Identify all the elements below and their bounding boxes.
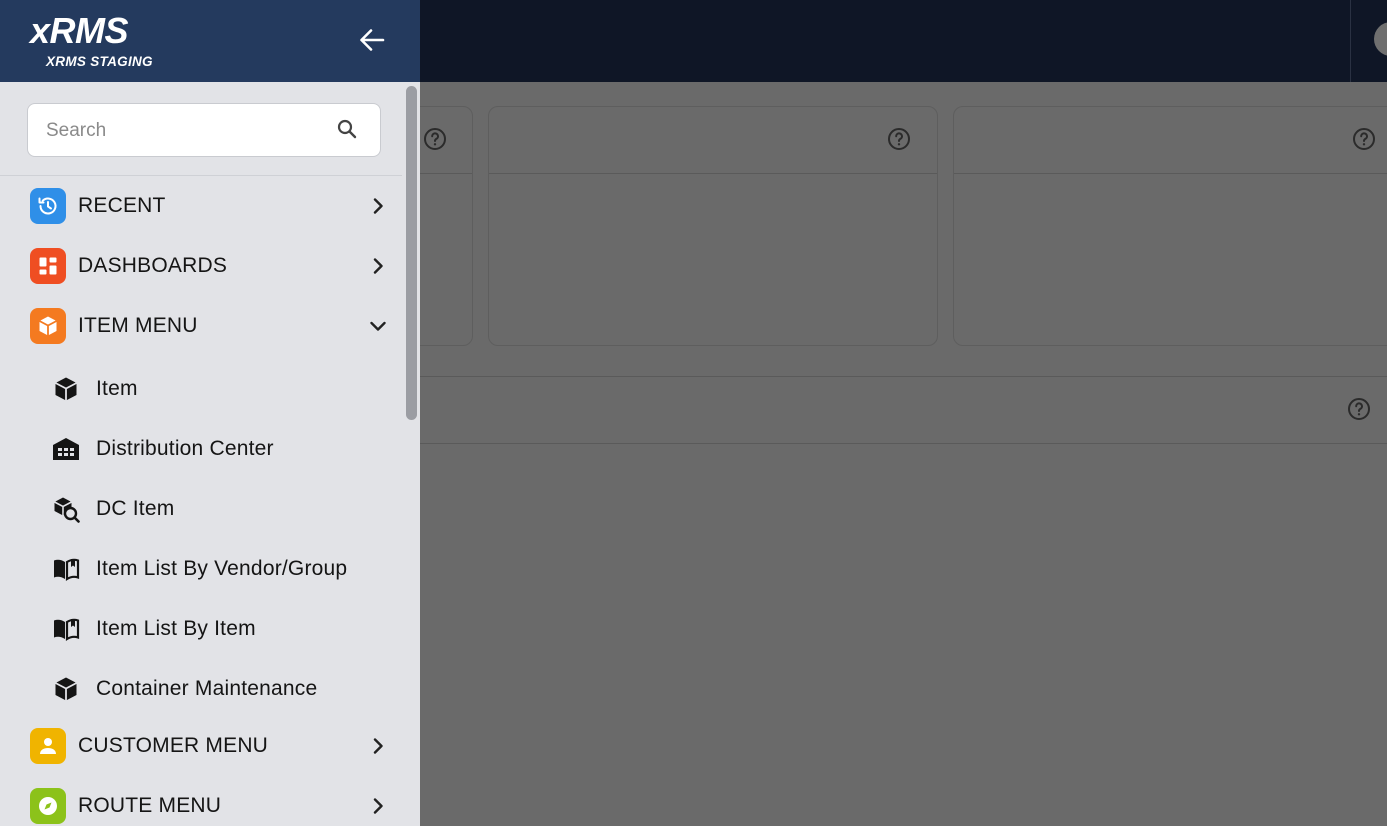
- chevron-right-icon: [373, 258, 383, 274]
- search-field[interactable]: [27, 103, 381, 157]
- card-header: [489, 107, 937, 174]
- topbar-divider: [1350, 0, 1351, 82]
- cube-icon: [55, 677, 77, 701]
- dashboard-panel: [420, 376, 1387, 444]
- book-icon: [54, 558, 80, 581]
- submenu-item-label: Item List By Item: [96, 617, 256, 640]
- arrow-back-icon[interactable]: [354, 22, 390, 58]
- app-logo: xRMS: [30, 10, 129, 51]
- cube-icon: [55, 377, 77, 401]
- search-icon[interactable]: [335, 117, 359, 141]
- submenu-item-item[interactable]: Item: [0, 359, 402, 419]
- chevron-right-icon: [373, 798, 383, 814]
- menu-item-label: CUSTOMER MENU: [78, 734, 269, 757]
- user-avatar[interactable]: [1374, 22, 1387, 56]
- cube-search-icon: [54, 497, 80, 523]
- scrollbar-thumb[interactable]: [406, 86, 417, 420]
- drawer-header: xRMS XRMS STAGING: [0, 0, 420, 82]
- submenu-item-label: DC Item: [96, 497, 175, 520]
- submenu-item-dc-item[interactable]: DC Item: [0, 479, 402, 539]
- cube-icon: [30, 308, 66, 344]
- menu-item-label: RECENT: [78, 194, 166, 217]
- menu-item-item-menu[interactable]: ITEM MENU: [0, 296, 402, 356]
- dashboard-icon: [30, 248, 66, 284]
- chevron-right-icon: [373, 738, 383, 754]
- compass-icon: [30, 788, 66, 824]
- navigation-drawer: xRMS XRMS STAGING RECENT: [0, 0, 420, 826]
- help-icon[interactable]: [887, 127, 911, 151]
- menu-item-route-menu[interactable]: ROUTE MENU: [0, 776, 402, 826]
- person-icon: [30, 728, 66, 764]
- warehouse-icon: [53, 438, 79, 460]
- submenu-item-item-list-by-vendor-group[interactable]: Item List By Vendor/Group: [0, 539, 402, 599]
- help-icon[interactable]: [1352, 127, 1376, 151]
- history-icon: [30, 188, 66, 224]
- submenu-item-label: Item: [96, 377, 138, 400]
- chevron-down-icon: [370, 321, 386, 331]
- dashboard-card: [953, 106, 1387, 346]
- menu-item-label: ITEM MENU: [78, 314, 198, 337]
- submenu-item-item-list-by-item[interactable]: Item List By Item: [0, 599, 402, 659]
- submenu-item-label: Distribution Center: [96, 437, 274, 460]
- submenu-item-label: Container Maintenance: [96, 677, 318, 700]
- menu-item-recent[interactable]: RECENT: [0, 176, 402, 236]
- menu-item-dashboards[interactable]: DASHBOARDS: [0, 236, 402, 296]
- book-icon: [54, 618, 80, 641]
- menu-item-label: DASHBOARDS: [78, 254, 228, 277]
- menu-item-customer-menu[interactable]: CUSTOMER MENU: [0, 716, 402, 776]
- dashboard-card: [488, 106, 938, 346]
- card-header: [954, 107, 1387, 174]
- search-input[interactable]: [46, 118, 336, 144]
- chevron-right-icon: [373, 198, 383, 214]
- submenu-item-distribution-center[interactable]: Distribution Center: [0, 419, 402, 479]
- menu-item-label: ROUTE MENU: [78, 794, 222, 817]
- help-icon[interactable]: [1347, 397, 1371, 421]
- help-icon[interactable]: [423, 127, 447, 151]
- submenu-item-container-maintenance[interactable]: Container Maintenance: [0, 659, 402, 719]
- environment-label: XRMS STAGING: [46, 54, 153, 69]
- submenu-item-label: Item List By Vendor/Group: [96, 557, 348, 580]
